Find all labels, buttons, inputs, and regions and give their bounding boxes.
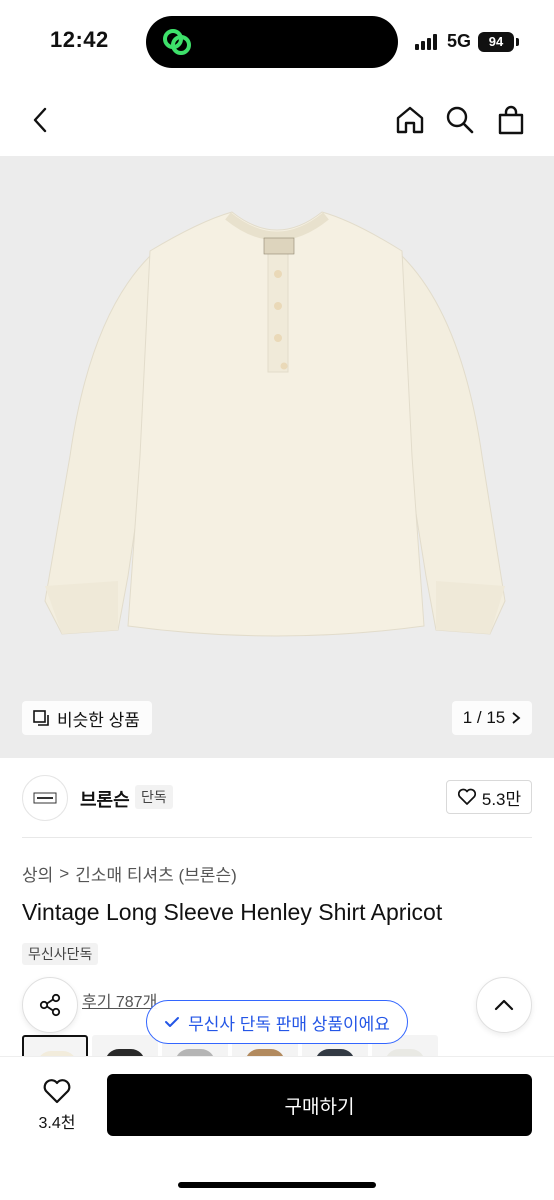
brand-exclusive-badge: 단독 bbox=[135, 785, 173, 809]
share-button[interactable] bbox=[22, 977, 78, 1033]
pager-text: 1 / 15 bbox=[462, 708, 506, 727]
status-bar: 12:42 5G 94 bbox=[0, 0, 554, 84]
home-icon bbox=[396, 106, 424, 134]
network-type: 5G bbox=[447, 31, 472, 51]
divider bbox=[22, 837, 532, 838]
brand-logo-mark bbox=[33, 792, 57, 804]
brand-like-count: 5.3만 bbox=[481, 789, 522, 809]
breadcrumb: 상의 > 긴소매 티셔츠 (브론슨) bbox=[22, 861, 237, 886]
back-button[interactable] bbox=[22, 102, 58, 138]
search-icon bbox=[446, 106, 474, 134]
brand-name[interactable]: 브론슨 bbox=[80, 786, 130, 812]
status-time: 12:42 bbox=[50, 27, 109, 52]
home-indicator bbox=[178, 1182, 376, 1188]
product-image-gallery[interactable]: 비슷한 상품 1 / 15 bbox=[0, 156, 554, 758]
scroll-top-button[interactable] bbox=[476, 977, 532, 1033]
chevron-right-icon bbox=[512, 712, 521, 724]
battery-icon: 94 bbox=[478, 32, 514, 52]
dynamic-island bbox=[146, 16, 398, 68]
image-pager[interactable]: 1 / 15 bbox=[452, 701, 532, 735]
brand-like-button[interactable]: 5.3만 bbox=[446, 780, 532, 814]
heart-icon bbox=[43, 1079, 71, 1104]
breadcrumb-separator: > bbox=[59, 863, 70, 883]
app-link-icon bbox=[163, 29, 191, 55]
review-link[interactable]: 후기 787개 bbox=[82, 988, 157, 1012]
similar-products-button[interactable]: 비슷한 상품 bbox=[22, 701, 152, 735]
chevron-up-icon bbox=[494, 999, 514, 1011]
similar-products-label: 비슷한 상품 bbox=[57, 710, 140, 730]
exclusive-badge: 무신사단독 bbox=[22, 943, 99, 965]
brand-logo[interactable] bbox=[22, 775, 68, 821]
toast-text: 무신사 단독 판매 상품이에요 bbox=[188, 1014, 390, 1034]
exclusive-toast: 무신사 단독 판매 상품이에요 bbox=[146, 1000, 408, 1044]
cart-button[interactable] bbox=[493, 102, 529, 138]
share-icon bbox=[39, 993, 61, 1017]
similar-items-icon bbox=[33, 710, 49, 726]
product-title: Vintage Long Sleeve Henley Shirt Apricot bbox=[22, 899, 443, 925]
breadcrumb-category[interactable]: 상의 bbox=[22, 861, 53, 886]
battery-tip bbox=[516, 38, 519, 46]
breadcrumb-subcategory[interactable]: 긴소매 티셔츠 (브론슨) bbox=[75, 861, 237, 886]
home-button[interactable] bbox=[392, 102, 428, 138]
wish-button[interactable]: 3.4천 bbox=[22, 1077, 92, 1139]
shopping-bag-icon bbox=[498, 105, 524, 135]
product-image bbox=[44, 211, 506, 637]
check-icon bbox=[165, 1017, 180, 1027]
heart-icon bbox=[457, 788, 476, 805]
wish-count: 3.4천 bbox=[38, 1115, 76, 1132]
signal-icon bbox=[415, 34, 441, 50]
bottom-purchase-bar: 3.4천 구매하기 bbox=[0, 1056, 554, 1200]
top-nav bbox=[0, 84, 554, 156]
search-button[interactable] bbox=[442, 102, 478, 138]
chevron-left-icon bbox=[33, 107, 47, 133]
buy-button[interactable]: 구매하기 bbox=[107, 1074, 532, 1136]
brand-row: 브론슨 단독 5.3만 bbox=[0, 758, 554, 838]
